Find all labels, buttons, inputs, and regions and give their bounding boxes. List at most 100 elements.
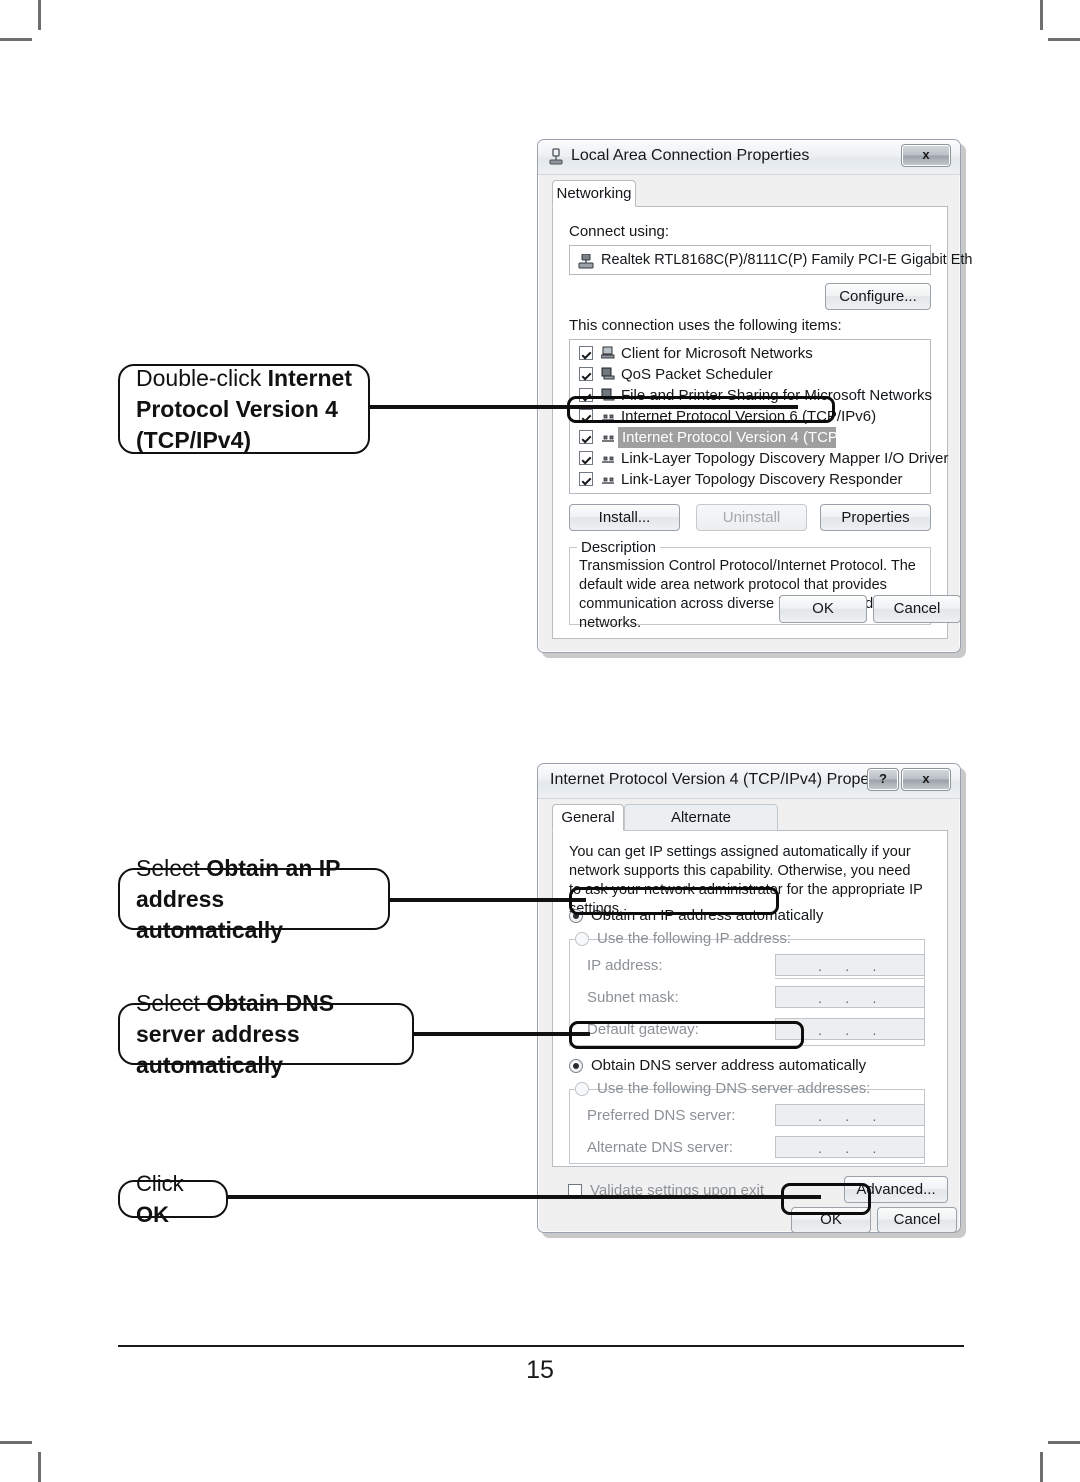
highlight-ipv4-item [567, 396, 835, 423]
protocol-icon [601, 432, 616, 445]
configure-button[interactable]: Configure... [825, 283, 931, 310]
alternate-dns-separators: . . . [818, 1140, 877, 1156]
dialog1-close-button[interactable]: x [901, 144, 951, 167]
uninstall-button: Uninstall [696, 504, 807, 531]
selected-row-highlight: Internet Protocol Version 4 (TCP/IPv4) [618, 427, 877, 448]
properties-button[interactable]: Properties [820, 504, 931, 531]
highlight-ok-button [781, 1183, 871, 1215]
callout-ipv4-text: Double-click Internet Protocol Version 4… [120, 363, 368, 456]
radio-button-dns-auto[interactable] [569, 1059, 583, 1073]
radio-use-following-ip-label: Use the following IP address: [597, 930, 791, 947]
default-gateway-separators: . . . [818, 1022, 877, 1038]
subnet-mask-label: Subnet mask: [587, 989, 679, 1006]
callout-click-ok: Click OK [118, 1171, 228, 1227]
dialog2-close-button[interactable]: x [901, 768, 951, 791]
network-adapter-icon [548, 148, 564, 166]
callout-double-click-ipv4: Double-click Internet Protocol Version 4… [118, 364, 370, 454]
subnet-mask-separators: . . . [818, 990, 877, 1006]
connector-obtain-ip [388, 898, 586, 902]
tab-general[interactable]: General [552, 804, 624, 831]
crop-mark-bottom-left-vertical [38, 1452, 41, 1482]
highlight-obtain-ip-auto [569, 887, 779, 915]
callout-obtain-dns-text: Select Obtain DNS server address automat… [120, 988, 412, 1081]
alternate-dns-input: . . . [775, 1136, 925, 1158]
dialog1-cancel-button[interactable]: Cancel [873, 595, 961, 623]
nic-card-icon [578, 253, 594, 269]
callout-ipv4-line1-plain: Double-click [136, 364, 268, 391]
page-number: 15 [526, 1356, 554, 1384]
service-icon [601, 367, 616, 380]
connector-click-ok [226, 1195, 821, 1199]
callout-obtain-dns-plain: Select [136, 989, 207, 1016]
dialog1-tabstrip: Networking [552, 180, 948, 208]
highlight-obtain-dns-auto [569, 1021, 804, 1049]
protocol-icon [601, 453, 616, 466]
callout-click-ok-bold: OK [136, 1202, 169, 1227]
list-item-label: Internet Protocol Version 4 (TCP/IPv4) [622, 429, 878, 446]
description-text: Transmission Control Protocol/Internet P… [579, 558, 916, 631]
dialog1-tabpage: Connect using: Realtek RTL8168C(P)/8111C… [552, 207, 973, 639]
items-label: This connection uses the following items… [569, 317, 842, 334]
preferred-dns-input: . . . [775, 1104, 925, 1126]
callout-ipv4-line1-bold: Internet [267, 364, 352, 391]
list-item[interactable]: Client for Microsoft Networks [570, 343, 930, 364]
preferred-dns-label: Preferred DNS server: [587, 1107, 736, 1124]
checkbox-item[interactable] [579, 367, 593, 381]
tab-alternate-configuration[interactable]: Alternate Configuration [624, 804, 778, 851]
list-item[interactable]: QoS Packet Scheduler [570, 364, 930, 385]
list-item-label: Link-Layer Topology Discovery Responder [621, 471, 903, 488]
subnet-mask-input: . . . [775, 986, 925, 1008]
list-item[interactable]: Link-Layer Topology Discovery Mapper I/O… [570, 448, 948, 469]
description-title: Description [577, 539, 661, 556]
callout-click-ok-plain: Click [136, 1171, 184, 1196]
dialog2-tabstrip: General Alternate Configuration [552, 804, 948, 851]
crop-mark-bottom-left-horizontal [0, 1441, 32, 1444]
callout-obtain-ip-text: Select Obtain an IP address automaticall… [120, 853, 388, 946]
radio-use-following-dns[interactable]: Use the following DNS server addresses: [575, 1080, 870, 1100]
connector-obtain-dns [412, 1032, 590, 1036]
list-item[interactable]: Link-Layer Topology Discovery Responder [570, 469, 930, 490]
crop-mark-top-left-horizontal [0, 38, 32, 41]
dialog-ipv4-properties: Internet Protocol Version 4 (TCP/IPv4) P… [537, 763, 961, 1233]
list-item-label: Link-Layer Topology Discovery Mapper I/O… [621, 450, 949, 467]
dialog1-ok-button[interactable]: OK [779, 595, 867, 623]
dialog2-cancel-button[interactable]: Cancel [877, 1207, 957, 1233]
callout-ipv4-line2: Protocol Version 4 [136, 395, 338, 422]
dialog2-help-button[interactable]: ? [867, 768, 899, 791]
checkbox-item[interactable] [579, 430, 593, 444]
ip-address-separators: . . . [818, 958, 877, 974]
radio-use-following-ip[interactable]: Use the following IP address: [575, 930, 791, 950]
adapter-field[interactable]: Realtek RTL8168C(P)/8111C(P) Family PCI-… [569, 245, 973, 275]
dialog2-titlebar: Internet Protocol Version 4 (TCP/IPv4) P… [538, 764, 960, 799]
crop-mark-top-right-vertical [1040, 0, 1043, 30]
list-item-label: QoS Packet Scheduler [621, 366, 773, 383]
callout-select-obtain-dns: Select Obtain DNS server address automat… [118, 990, 414, 1078]
crop-mark-top-right-horizontal [1048, 38, 1080, 41]
crop-mark-bottom-right-vertical [1040, 1452, 1043, 1482]
callout-ipv4-line3: (TCP/IPv4) [136, 426, 252, 453]
list-item-label: Client for Microsoft Networks [621, 345, 813, 362]
preferred-dns-separators: . . . [818, 1108, 877, 1124]
ip-address-label: IP address: [587, 957, 663, 974]
checkbox-item[interactable] [579, 346, 593, 360]
crop-mark-bottom-right-horizontal [1048, 1441, 1080, 1444]
radio-button-ip-manual[interactable] [575, 932, 589, 946]
crop-mark-top-left-vertical [38, 0, 41, 30]
alternate-dns-label: Alternate DNS server: [587, 1139, 733, 1156]
radio-button-dns-manual[interactable] [575, 1082, 589, 1096]
checkbox-item[interactable] [579, 472, 593, 486]
computer-icon [600, 346, 616, 359]
callout-click-ok-text: Click OK [120, 1168, 226, 1230]
ip-address-underline [775, 978, 925, 979]
adapter-name: Realtek RTL8168C(P)/8111C(P) Family PCI-… [601, 252, 973, 268]
install-button[interactable]: Install... [569, 504, 680, 531]
list-item-selected[interactable]: Internet Protocol Version 4 (TCP/IPv4) [570, 427, 930, 448]
radio-use-following-dns-label: Use the following DNS server addresses: [597, 1080, 871, 1097]
connect-using-label: Connect using: [569, 223, 670, 240]
checkbox-item[interactable] [579, 451, 593, 465]
dialog1-title: Local Area Connection Properties [571, 147, 810, 164]
callout-select-obtain-ip: Select Obtain an IP address automaticall… [118, 855, 390, 943]
tab-networking[interactable]: Networking [552, 180, 636, 207]
footer-rule [118, 1345, 964, 1347]
ip-address-input: . . . [775, 954, 925, 976]
